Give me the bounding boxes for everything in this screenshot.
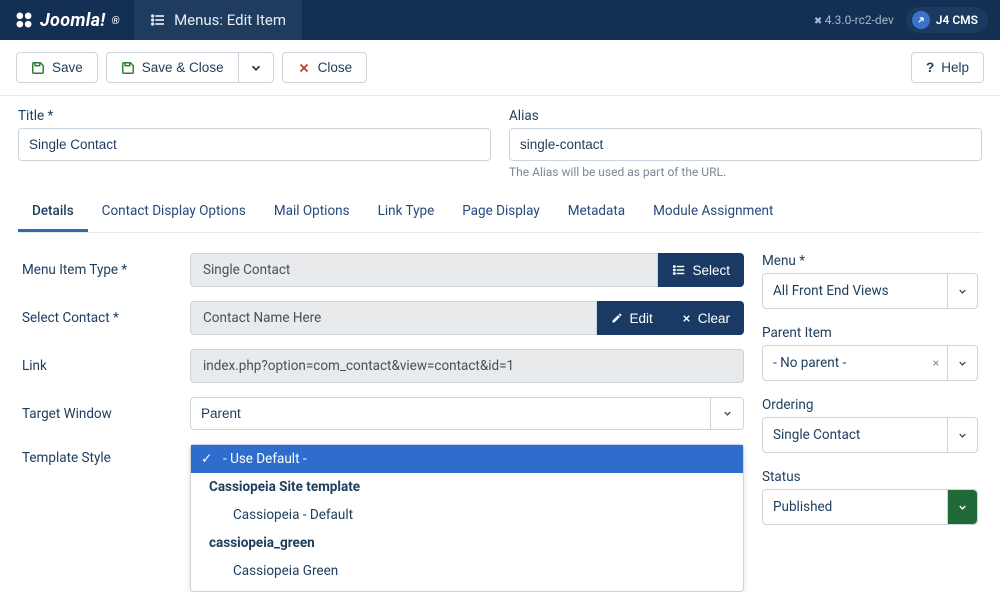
- save-dropdown-toggle[interactable]: [239, 52, 274, 83]
- contact-edit-button[interactable]: Edit: [597, 301, 666, 335]
- external-link-icon: [912, 11, 930, 29]
- chevron-down-icon[interactable]: [947, 274, 977, 308]
- parent-item-select[interactable]: - No parent - ×: [762, 345, 978, 381]
- template-style-optgroup: Cassiopeia Site template: [191, 473, 743, 501]
- link-value: index.php?option=com_contact&view=contac…: [190, 349, 744, 383]
- template-style-option[interactable]: Cassiopeia - Default: [191, 501, 743, 529]
- tab-module-assignment[interactable]: Module Assignment: [639, 193, 787, 232]
- target-window-label: Target Window: [22, 406, 172, 422]
- list-icon: [672, 263, 686, 277]
- site-badge[interactable]: J4 CMS: [906, 7, 988, 33]
- template-style-label: Template Style: [22, 444, 172, 466]
- alias-help: The Alias will be used as part of the UR…: [509, 165, 982, 179]
- target-window-select[interactable]: [190, 397, 744, 430]
- template-style-dropdown[interactable]: ✓ - Use Default - Cassiopeia Site templa…: [190, 444, 744, 592]
- menu-label: Menu: [762, 253, 978, 269]
- title-label: Title: [18, 108, 491, 124]
- topbar: Joomla! ® Menus: Edit Item ✖ 4.3.0-rc2-d…: [0, 0, 1000, 40]
- brand-text: Joomla!: [40, 10, 105, 31]
- content: Title Alias The Alias will be used as pa…: [0, 96, 1000, 534]
- close-icon: [297, 61, 311, 75]
- select-contact-label: Select Contact: [22, 310, 172, 326]
- alias-label: Alias: [509, 108, 982, 124]
- menu-select[interactable]: All Front End Views: [762, 273, 978, 309]
- chevron-down-icon: [722, 408, 733, 419]
- menu-item-type-select-button[interactable]: Select: [658, 253, 744, 287]
- alias-input[interactable]: [509, 128, 982, 161]
- menu-item-type-value: Single Contact: [190, 253, 658, 287]
- chevron-down-icon[interactable]: [947, 346, 977, 380]
- title-input[interactable]: [18, 128, 491, 161]
- chevron-down-icon[interactable]: [947, 490, 977, 524]
- tab-metadata[interactable]: Metadata: [554, 193, 639, 232]
- page-title-bar: Menus: Edit Item: [134, 0, 302, 40]
- help-icon: ?: [926, 60, 934, 75]
- edit-icon: [611, 312, 623, 324]
- contact-clear-button[interactable]: Clear: [667, 301, 744, 335]
- ordering-label: Ordering: [762, 397, 978, 413]
- panel-main: Menu Item Type Single Contact Select Sel…: [22, 253, 744, 534]
- details-panel: Menu Item Type Single Contact Select Sel…: [18, 233, 982, 534]
- template-style-optgroup: cassiopeia_green: [191, 529, 743, 557]
- template-style-option[interactable]: ✓ - Use Default -: [191, 445, 743, 473]
- select-contact-value: Contact Name Here: [190, 301, 597, 335]
- clear-icon[interactable]: ×: [925, 356, 947, 370]
- tab-contact-display[interactable]: Contact Display Options: [88, 193, 260, 232]
- target-window-chevron[interactable]: [710, 397, 744, 430]
- topbar-right: ✖ 4.3.0-rc2-dev J4 CMS: [814, 7, 988, 33]
- save-icon: [31, 61, 45, 75]
- tab-page-display[interactable]: Page Display: [448, 193, 553, 232]
- status-select[interactable]: Published: [762, 489, 978, 525]
- status-label: Status: [762, 469, 978, 485]
- chevron-down-icon[interactable]: [947, 418, 977, 452]
- brand[interactable]: Joomla! ®: [0, 0, 134, 40]
- ordering-select[interactable]: Single Contact: [762, 417, 978, 453]
- page-title: Menus: Edit Item: [174, 11, 286, 29]
- tabs: Details Contact Display Options Mail Opt…: [18, 193, 982, 233]
- link-label: Link: [22, 358, 172, 374]
- parent-item-label: Parent Item: [762, 325, 978, 341]
- template-style-option[interactable]: Cassiopeia Green: [191, 557, 743, 585]
- tab-details[interactable]: Details: [18, 193, 88, 232]
- chevron-down-icon: [249, 61, 263, 75]
- save-button[interactable]: Save: [16, 52, 98, 83]
- save-close-button[interactable]: Save & Close: [106, 52, 239, 83]
- tab-mail-options[interactable]: Mail Options: [260, 193, 364, 232]
- close-button[interactable]: Close: [282, 52, 368, 83]
- save-icon: [121, 61, 135, 75]
- panel-side: Menu All Front End Views Parent Item - N…: [762, 253, 978, 534]
- joomla-logo-icon: [14, 10, 34, 30]
- menu-item-type-label: Menu Item Type: [22, 262, 172, 278]
- version-text: ✖ 4.3.0-rc2-dev: [814, 13, 894, 27]
- toolbar: Save Save & Close Close ? Help: [0, 40, 1000, 96]
- close-icon: [681, 313, 692, 324]
- help-button[interactable]: ? Help: [911, 52, 984, 83]
- tab-link-type[interactable]: Link Type: [364, 193, 449, 232]
- list-icon: [150, 12, 166, 28]
- check-icon: ✓: [201, 451, 212, 467]
